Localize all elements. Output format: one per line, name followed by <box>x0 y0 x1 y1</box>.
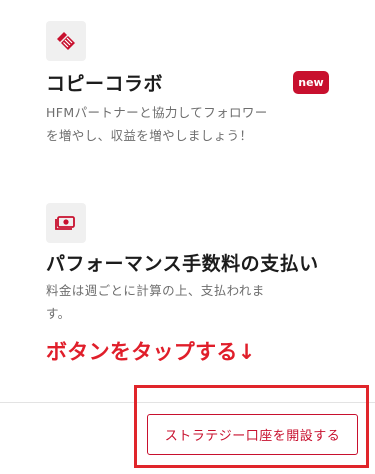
copy-collab-icon-box <box>46 21 86 61</box>
open-strategy-account-button[interactable]: ストラテジー口座を開設する <box>147 414 358 455</box>
feature-title-performance-fee: パフォーマンス手数料の支払い <box>46 253 319 275</box>
feature-desc-performance-fee: 料金は週ごとに計算の上、支払われます。 <box>46 283 265 321</box>
payment-money-icon <box>55 216 75 230</box>
tap-button-annotation: ボタンをタップする↓ <box>46 340 256 364</box>
new-badge: new <box>293 71 329 94</box>
copy-collab-icon <box>57 32 75 50</box>
feature-title-copy-collab: コピーコラボ <box>46 73 164 95</box>
feature-desc-copy-collab: HFMパートナーと協力してフォロワーを増やし、収益を増やしましょう！ <box>46 105 268 143</box>
payment-icon-box <box>46 203 86 243</box>
